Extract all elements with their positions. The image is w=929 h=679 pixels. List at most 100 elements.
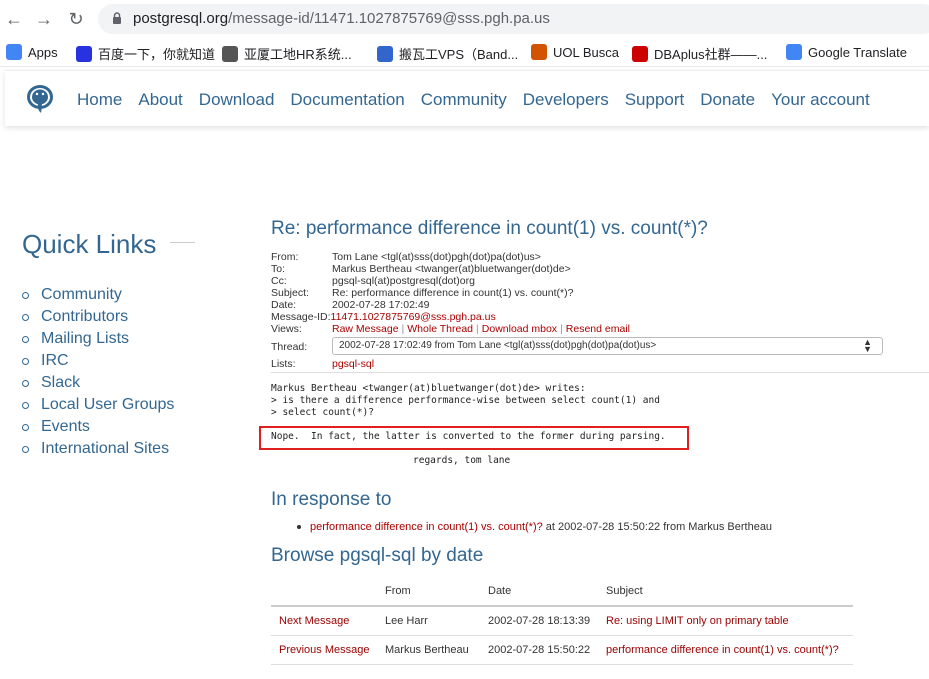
view-link-raw-message[interactable]: Raw Message	[332, 323, 399, 335]
message-id-link[interactable]: 11471.1027875769@sss.pgh.pa.us	[331, 311, 496, 323]
bullet-icon	[22, 335, 29, 343]
list-link[interactable]: pgsql-sql	[332, 358, 374, 370]
lists-row: Lists: pgsql-sql	[271, 358, 374, 370]
separator: |	[560, 323, 563, 335]
header-label: Subject:	[271, 287, 309, 299]
header-row: Subject: Re: performance difference in co…	[271, 287, 573, 299]
translate-icon	[786, 44, 802, 60]
nav-link-about[interactable]: About	[138, 90, 182, 110]
header-row: From: Tom Lane <tgl(at)sss(dot)pgh(dot)pa…	[271, 251, 573, 263]
views-row: Views: Raw Message | Whole Thread | Download …	[271, 323, 630, 335]
thread-select[interactable]: 2002-07-28 17:02:49 from Tom Lane <tgl(a…	[332, 337, 883, 355]
table-row: Previous Message Markus Bertheau 2002-07-2…	[271, 635, 853, 665]
address-bar[interactable]: postgresql.org/message-id/11471.10278757…	[98, 4, 929, 34]
url-text: postgresql.org/message-id/11471.10278757…	[133, 10, 550, 27]
bullet-icon	[22, 313, 29, 321]
view-link-download-mbox[interactable]: Download mbox	[482, 323, 557, 335]
quick-link-mailing-lists[interactable]: Mailing Lists	[22, 328, 174, 350]
column-header: Subject	[598, 577, 853, 607]
lock-icon	[113, 12, 121, 24]
thread-label: Thread:	[271, 341, 308, 353]
bullet-icon	[22, 291, 29, 299]
bookmark-item[interactable]: 百度一下，你就知道	[76, 44, 215, 63]
header-label: To:	[271, 263, 286, 275]
nav-link-community[interactable]: Community	[421, 90, 507, 110]
row-from: Lee Harr	[377, 606, 480, 636]
message-body-quote: Markus Bertheau <twanger(at)bluetwanger(…	[271, 383, 660, 418]
bullet-icon	[22, 401, 29, 409]
quick-link-community[interactable]: Community	[22, 284, 174, 306]
reload-icon[interactable]: ↻	[66, 9, 86, 29]
quick-link-local-user-groups[interactable]: Local User Groups	[22, 394, 174, 416]
bookmark-item[interactable]: UOL Busca	[531, 44, 619, 60]
quick-link-label: Local User Groups	[41, 396, 175, 413]
quick-link-events[interactable]: Events	[22, 416, 174, 438]
bookmark-item[interactable]: DBAplus社群——...	[632, 44, 767, 63]
select-arrows-icon: ▲ ▼	[863, 337, 872, 354]
response-meta: at 2002-07-28 15:50:22 from Markus Berth…	[542, 521, 773, 533]
quick-link-slack[interactable]: Slack	[22, 372, 174, 394]
bookmark-item[interactable]: 亚厦工地HR系统...	[222, 44, 352, 63]
header-row: Date: 2002-07-28 17:02:49	[271, 299, 573, 311]
bookmark-item[interactable]: 搬瓦工VPS（Band...	[377, 44, 518, 63]
view-link-whole-thread[interactable]: Whole Thread	[407, 323, 473, 335]
apps-grid-icon	[6, 44, 22, 60]
quick-links-list: Community Contributors Mailing Lists IRC Sla…	[22, 284, 174, 460]
view-link-resend-email[interactable]: Resend email	[566, 323, 630, 335]
header-label: Cc:	[271, 275, 287, 287]
quick-link-label: Mailing Lists	[41, 330, 130, 347]
row-kind-link[interactable]: Previous Message	[271, 635, 377, 665]
separator: |	[401, 323, 405, 335]
nav-link-developers[interactable]: Developers	[523, 90, 609, 110]
row-kind-link[interactable]: Next Message	[271, 606, 377, 636]
back-arrow-icon[interactable]: ←	[4, 9, 24, 29]
bookmark-label: 亚厦工地HR系统...	[244, 47, 352, 62]
lists-label: Lists:	[271, 358, 296, 370]
baidu-paw-icon	[76, 45, 92, 62]
bullet-icon	[22, 423, 29, 431]
forward-arrow-icon[interactable]: →	[34, 9, 54, 29]
quick-link-irc[interactable]: IRC	[22, 350, 174, 372]
response-link[interactable]: performance difference in count(1) vs. c…	[310, 521, 543, 533]
nav-link-documentation[interactable]: Documentation	[290, 90, 404, 110]
quick-link-international-sites[interactable]: International Sites	[22, 438, 174, 460]
header-row: Cc: pgsql-sql(at)postgresql(dot)org	[271, 275, 573, 287]
header-label: Date:	[271, 299, 297, 311]
bookmark-item[interactable]: Google Translate	[786, 44, 907, 60]
bookmarks-bar: Apps 百度一下，你就知道 亚厦工地HR系统... 搬瓦工VPS（Band... UO…	[0, 38, 929, 67]
nav-link-support[interactable]: Support	[625, 90, 685, 110]
bookmark-label: Google Translate	[808, 44, 908, 60]
bullet-icon	[22, 445, 29, 453]
nav-link-donate[interactable]: Donate	[700, 90, 755, 110]
quick-link-contributors[interactable]: Contributors	[22, 306, 174, 328]
response-list-item: performance difference in count(1) vs. c…	[297, 521, 772, 533]
divider	[170, 242, 195, 243]
row-date: 2002-07-28 18:13:39	[480, 606, 598, 636]
row-subject-link[interactable]: Re: using LIMIT only on primary table	[598, 606, 853, 636]
bullet-icon	[22, 357, 29, 365]
in-response-heading: In response to	[271, 489, 392, 510]
bullet-icon	[297, 525, 301, 530]
nav-link-your-account[interactable]: Your account	[771, 90, 870, 110]
nav-link-download[interactable]: Download	[199, 90, 275, 110]
header-row: To: Markus Bertheau <twanger(at)bluetwang…	[271, 263, 573, 275]
bookmark-label: 搬瓦工VPS（Band...	[399, 47, 519, 62]
browser-toolbar: ← → ↻ postgresql.org/message-id/11471.10…	[0, 0, 929, 38]
nav-link-home[interactable]: Home	[77, 90, 122, 110]
header-value: Re: performance difference in count(1) v…	[332, 287, 574, 299]
quick-link-label: Community	[41, 286, 122, 303]
separator: |	[476, 323, 479, 335]
chart-icon	[222, 45, 238, 62]
header-label: Message-ID:	[271, 311, 331, 323]
quick-links-title: Quick Links	[22, 229, 157, 259]
bandwagon-icon	[377, 45, 393, 62]
postgresql-elephant-logo-icon[interactable]	[23, 82, 57, 116]
header-row: Message-ID: 11471.1027875769@sss.pgh.pa.u…	[271, 311, 573, 323]
bookmark-item[interactable]: Apps	[6, 44, 58, 60]
column-header	[271, 577, 377, 607]
quick-link-label: International Sites	[41, 440, 170, 457]
quick-link-label: Events	[41, 418, 90, 435]
bookmark-label: DBAplus社群——...	[654, 47, 768, 62]
row-from: Markus Bertheau	[377, 635, 480, 665]
row-subject-link[interactable]: performance difference in count(1) vs. c…	[598, 635, 853, 665]
